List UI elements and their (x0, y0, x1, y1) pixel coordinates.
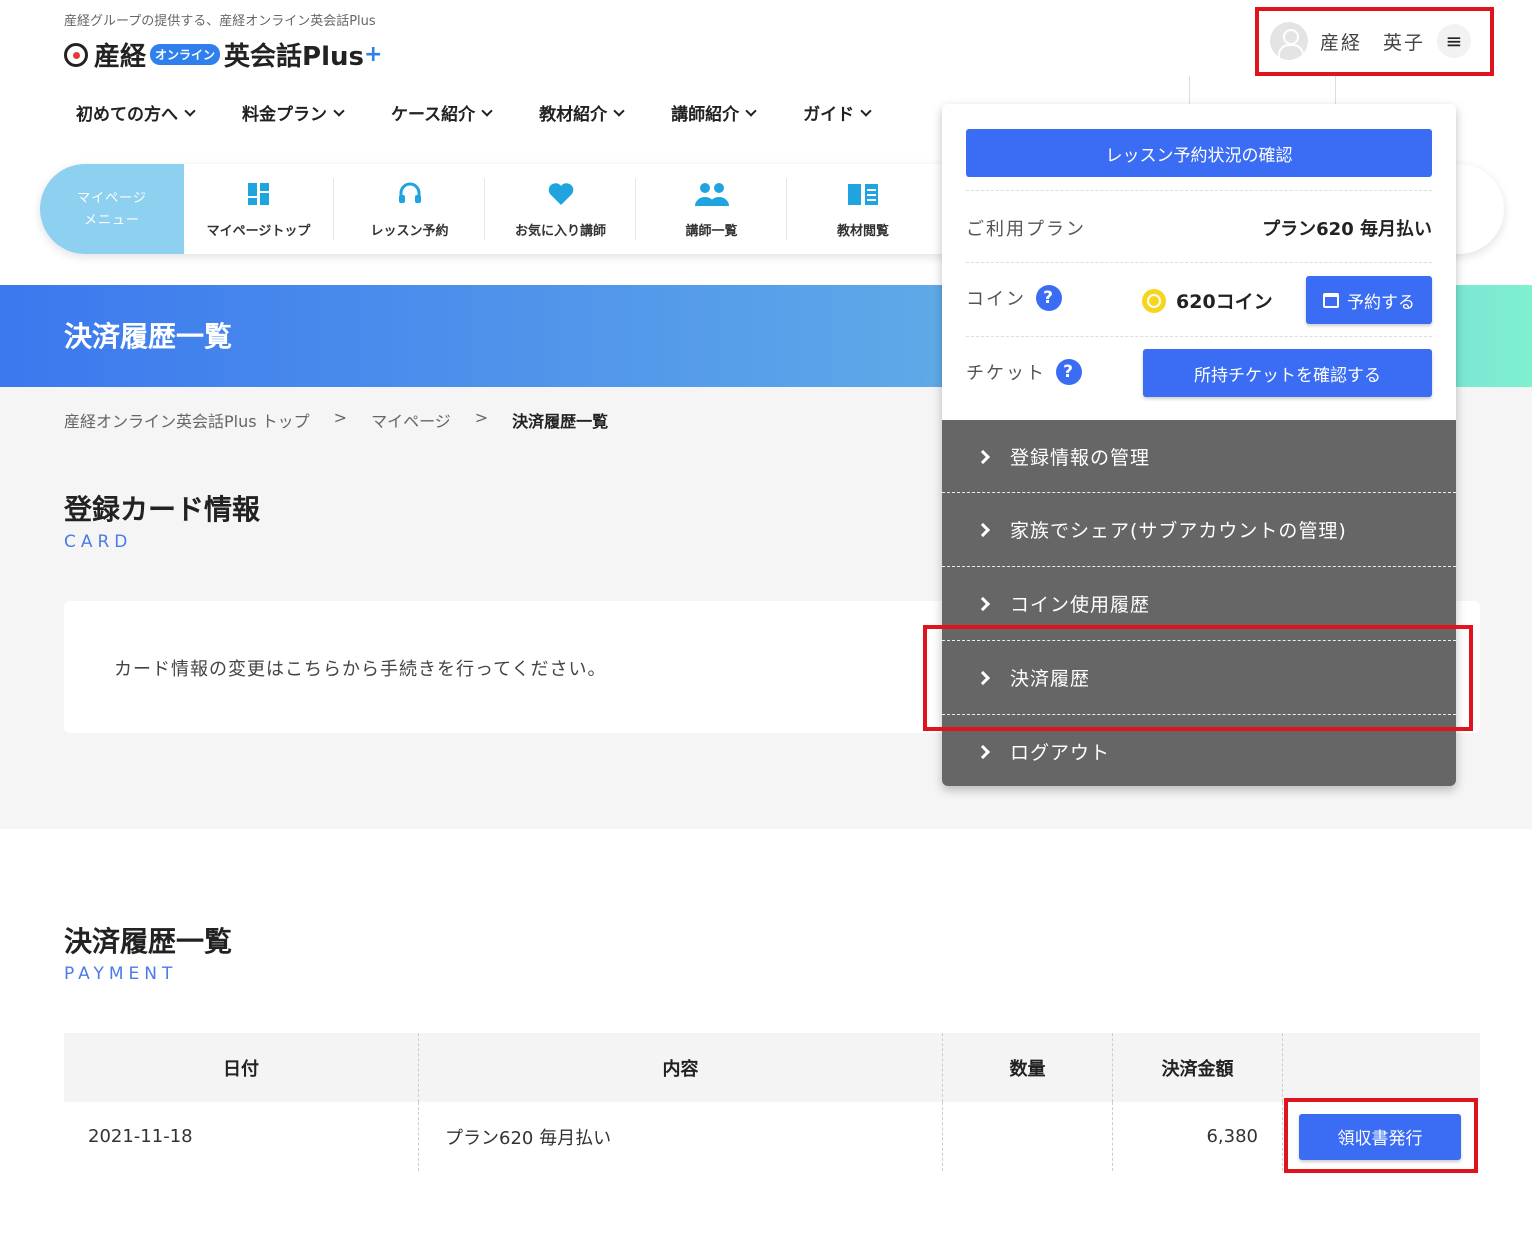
nav-item-cases[interactable]: ケース紹介 (391, 100, 493, 125)
breadcrumb: 産経オンライン英会話Plus トップ > マイページ > 決済履歴一覧 (64, 408, 608, 432)
site-tagline: 産経グループの提供する、産経オンライン英会話Plus (64, 14, 376, 29)
breadcrumb-separator: > (333, 408, 348, 427)
card-info-text: カード情報の変更はこちらから手続きを行ってください。 (114, 659, 607, 680)
col-header-amount: 決済金額 (1113, 1033, 1283, 1102)
calendar-icon (1323, 292, 1339, 308)
coin-label: コイン ? (966, 285, 1062, 311)
ticket-label: チケット ? (966, 359, 1082, 385)
page-title: 決済履歴一覧 (64, 320, 233, 353)
help-icon[interactable]: ? (1056, 359, 1082, 385)
col-header-action (1283, 1033, 1480, 1102)
nav-item-materials[interactable]: 教材紹介 (539, 100, 625, 125)
cell-content: プラン620 毎月払い (419, 1102, 943, 1171)
card-section-subtitle: CARD (64, 532, 133, 552)
payment-table: 日付 内容 数量 決済金額 2021-11-18 プラン620 毎月払い 6,3… (64, 1033, 1480, 1171)
dashboard-icon (184, 178, 333, 210)
mypage-item-top[interactable]: マイページトップ (184, 178, 334, 240)
lesson-status-button[interactable]: レッスン予約状況の確認 (966, 129, 1432, 177)
cell-date: 2021-11-18 (64, 1102, 419, 1171)
book-icon (788, 178, 938, 210)
breadcrumb-mypage-link[interactable]: マイページ (371, 408, 451, 432)
payment-section-title: 決済履歴一覧 (64, 925, 233, 958)
highlight-payment-history-item (923, 625, 1473, 731)
chevron-right-icon (975, 596, 991, 611)
logo-online-badge: オンライン (150, 44, 221, 65)
plan-label: ご利用プラン (966, 219, 1086, 240)
highlight-receipt-button (1284, 1098, 1478, 1173)
chevron-down-icon (184, 104, 196, 117)
breadcrumb-top-link[interactable]: 産経オンライン英会話Plus トップ (64, 408, 310, 432)
nav-item-beginners[interactable]: 初めての方へ (76, 100, 196, 125)
sankei-logo-icon (64, 42, 88, 67)
reserve-button[interactable]: 予約する (1306, 276, 1432, 324)
col-header-content: 内容 (419, 1033, 943, 1102)
people-icon (637, 178, 786, 210)
logo-plus: + (364, 42, 383, 67)
chevron-down-icon (613, 104, 625, 117)
chevron-right-icon (975, 744, 991, 759)
col-header-date: 日付 (64, 1033, 419, 1102)
mypage-menu-label: マイページ メニュー (40, 164, 184, 254)
mypage-item-lesson-reserve[interactable]: レッスン予約 (335, 178, 485, 240)
nav-item-teachers[interactable]: 講師紹介 (671, 100, 757, 125)
heart-icon (486, 178, 635, 210)
coin-row: コイン ? 620コイン 予約する (966, 262, 1432, 336)
chevron-down-icon (333, 104, 345, 117)
nav-item-pricing[interactable]: 料金プラン (242, 100, 345, 125)
plan-row: ご利用プラン プラン620 毎月払い (966, 190, 1432, 262)
col-header-quantity: 数量 (943, 1033, 1113, 1102)
breadcrumb-separator: > (474, 408, 489, 427)
coin-balance: 620コイン (1142, 287, 1273, 314)
chevron-down-icon (745, 104, 757, 117)
table-header: 日付 内容 数量 決済金額 (64, 1033, 1480, 1102)
cell-amount: 6,380 (1113, 1102, 1283, 1171)
chevron-down-icon (481, 104, 493, 117)
account-menu: 登録情報の管理 家族でシェア(サブアカウントの管理) コイン使用履歴 決済履歴 … (942, 420, 1456, 786)
logo-main: 産経 (94, 42, 147, 72)
headset-icon (335, 178, 484, 210)
nav-item-guide[interactable]: ガイド (803, 100, 872, 125)
check-tickets-button[interactable]: 所持チケットを確認する (1143, 349, 1432, 397)
mypage-item-favorites[interactable]: お気に入り講師 (486, 178, 636, 240)
cell-quantity (943, 1102, 1113, 1171)
ticket-row: チケット ? 所持チケットを確認する (966, 336, 1432, 420)
plan-value: プラン620 毎月払い (1262, 219, 1432, 240)
mypage-item-teacher-list[interactable]: 講師一覧 (637, 178, 787, 240)
mypage-item-materials[interactable]: 教材閲覧 (788, 178, 938, 240)
menu-item-family-share[interactable]: 家族でシェア(サブアカウントの管理) (942, 493, 1456, 566)
highlight-user-menu (1255, 7, 1494, 76)
chevron-right-icon (975, 522, 991, 537)
coin-icon (1142, 288, 1166, 313)
breadcrumb-current: 決済履歴一覧 (512, 412, 609, 431)
chevron-down-icon (860, 104, 872, 117)
payment-section-subtitle: PAYMENT (64, 964, 178, 984)
logo-rest: 英会話Plus (224, 42, 364, 72)
card-section-title: 登録カード情報 (64, 493, 261, 526)
menu-item-account-info[interactable]: 登録情報の管理 (942, 420, 1456, 493)
site-logo[interactable]: 産経 オンライン 英会話Plus + (64, 36, 382, 73)
help-icon[interactable]: ? (1036, 285, 1062, 311)
chevron-right-icon (975, 449, 991, 464)
table-row: 2021-11-18 プラン620 毎月払い 6,380 領収書発行 (64, 1102, 1480, 1171)
main-nav: 初めての方へ 料金プラン ケース紹介 教材紹介 講師紹介 ガイド (76, 100, 872, 125)
